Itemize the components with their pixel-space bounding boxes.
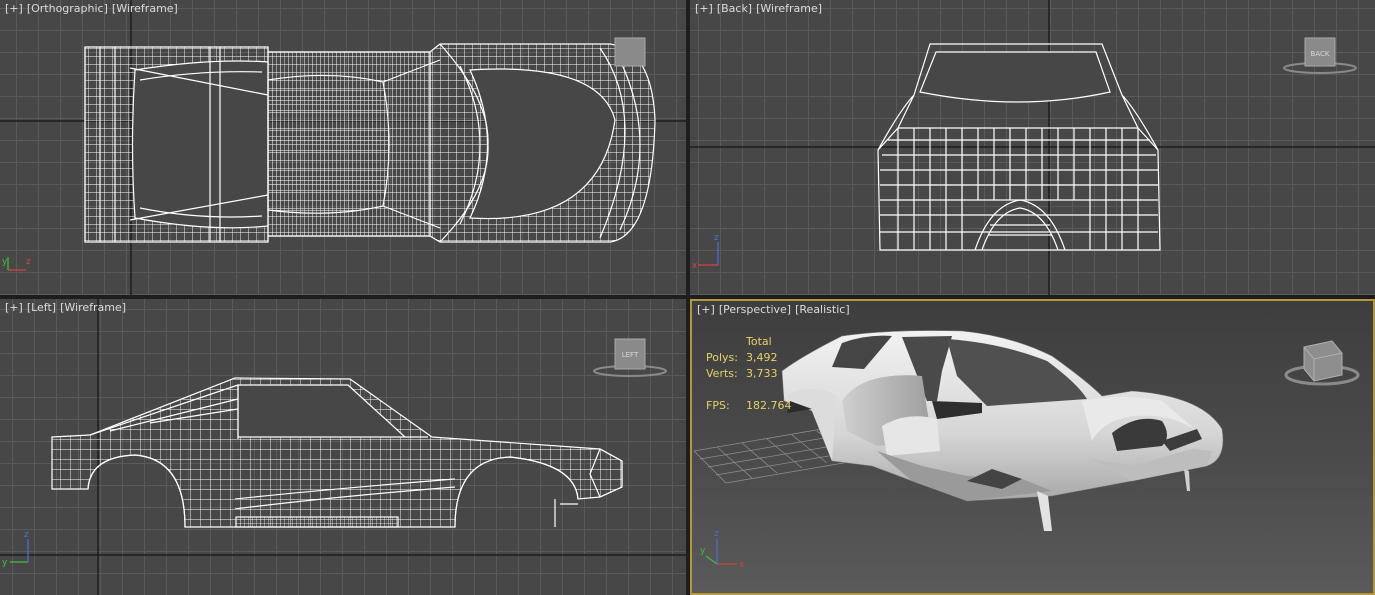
viewcube-face-label: BACK <box>1311 50 1330 58</box>
viewport-view-menu[interactable]: [Left] <box>27 301 56 314</box>
svg-text:z: z <box>26 257 31 267</box>
stats-polys-value: 3,492 <box>746 351 778 364</box>
svg-text:y: y <box>2 257 8 267</box>
axis-gizmo-icon: y z <box>2 257 31 271</box>
viewport-perspective[interactable]: [+] [Perspective] [Realistic] Total Polys:… <box>690 299 1375 595</box>
viewport-view-menu[interactable]: [Back] <box>717 2 752 15</box>
viewcube-icon: LEFT <box>593 338 667 377</box>
viewport-menu-button[interactable]: [+] <box>5 2 23 15</box>
viewport-orthographic[interactable]: [+] [Orthographic] [Wireframe] y z <box>0 0 686 295</box>
stats-polys-label: Polys: <box>706 351 738 364</box>
viewcube-icon <box>1284 340 1360 386</box>
stats-verts-value: 3,733 <box>746 367 778 380</box>
car-model <box>781 330 1224 531</box>
axis-gizmo-icon: z x <box>692 233 719 271</box>
viewport-view-menu[interactable]: [Perspective] <box>719 303 791 316</box>
stats-fps-label: FPS: <box>706 399 730 412</box>
viewport-label-left: [+] [Left] [Wireframe] <box>5 301 130 314</box>
svg-text:x: x <box>739 560 745 570</box>
viewcube-icon <box>614 37 646 67</box>
svg-text:z: z <box>24 530 29 540</box>
axis-gizmo-icon: z y <box>2 530 29 568</box>
viewport-left[interactable]: [+] [Left] [Wireframe] LEFT z y <box>0 299 686 595</box>
svg-text:y: y <box>700 546 706 556</box>
viewport-label-back: [+] [Back] [Wireframe] <box>695 2 826 15</box>
viewport-menu-button[interactable]: [+] <box>5 301 23 314</box>
viewport-shading-menu[interactable]: [Wireframe] <box>60 301 126 314</box>
svg-text:z: z <box>714 233 719 243</box>
wireframe-top-view: y z <box>0 0 686 295</box>
wireframe-left-view: LEFT z y <box>0 299 686 595</box>
svg-text:y: y <box>2 558 8 568</box>
viewport-view-menu[interactable]: [Orthographic] <box>27 2 108 15</box>
svg-text:z: z <box>714 529 719 539</box>
viewport-shading-menu[interactable]: [Wireframe] <box>112 2 178 15</box>
viewport-shading-menu[interactable]: [Wireframe] <box>756 2 822 15</box>
viewport-shading-menu[interactable]: [Realistic] <box>795 303 850 316</box>
wireframe-back-view: BACK z x <box>690 0 1375 295</box>
viewcube-face-label: LEFT <box>622 351 639 359</box>
viewport-label-orthographic: [+] [Orthographic] [Wireframe] <box>5 2 182 15</box>
stats-verts-label: Verts: <box>706 367 738 380</box>
viewcube-icon: BACK <box>1283 37 1357 74</box>
viewport-label-perspective: [+] [Perspective] [Realistic] <box>697 303 854 316</box>
realistic-car-render: z y x <box>693 330 1360 570</box>
viewport-menu-button[interactable]: [+] <box>697 303 715 316</box>
viewport-back[interactable]: [+] [Back] [Wireframe] BACK z x <box>690 0 1375 295</box>
stats-header: Total <box>746 335 772 348</box>
viewport-menu-button[interactable]: [+] <box>695 2 713 15</box>
stats-fps-value: 182.764 <box>746 399 792 412</box>
svg-text:x: x <box>692 261 698 271</box>
axis-gizmo-icon: z y x <box>700 529 745 570</box>
